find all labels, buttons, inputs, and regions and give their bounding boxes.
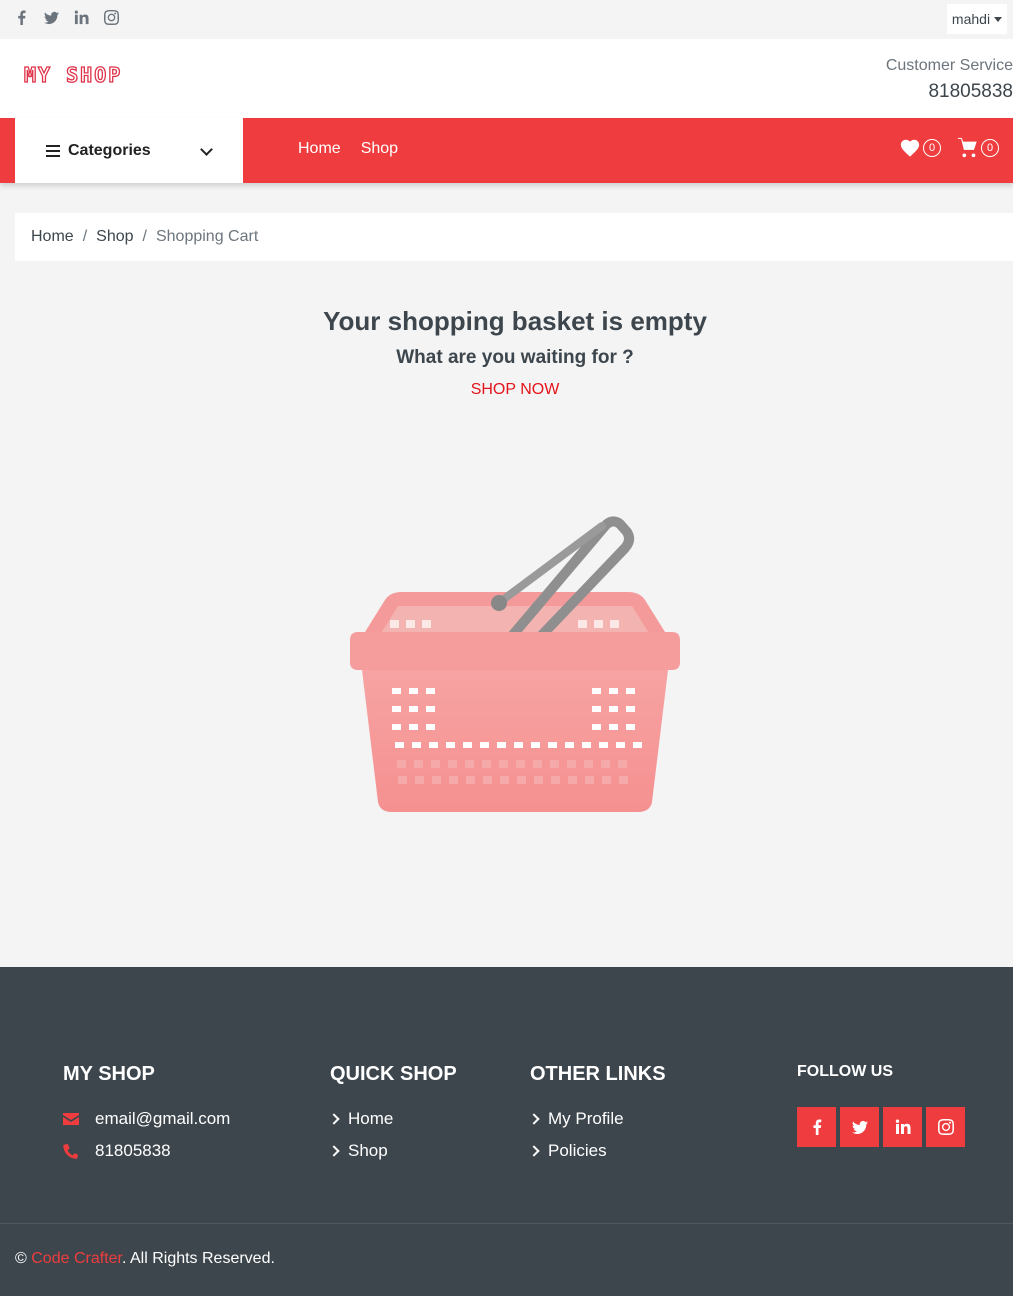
breadcrumb-shop[interactable]: Shop [96, 228, 133, 246]
instagram-icon[interactable] [926, 1107, 965, 1147]
shop-now-link[interactable]: SHOP NOW [0, 381, 1013, 399]
footer-link-label: Home [348, 1109, 394, 1128]
breadcrumb-home[interactable]: Home [31, 228, 74, 246]
footer-follow-title: FOLLOW US [797, 1063, 893, 1080]
cart-button[interactable]: 0 [957, 137, 999, 159]
breadcrumb: Home / Shop / Shopping Cart [15, 213, 1013, 261]
footer-link-my-profile[interactable]: My Profile [528, 1108, 666, 1130]
chevron-right-icon [328, 1145, 340, 1157]
footer-link-label: My Profile [548, 1109, 624, 1128]
footer-col-quickshop: QUICK SHOP Home Shop [328, 1063, 457, 1172]
twitter-icon[interactable] [44, 10, 74, 28]
top-social-links [14, 10, 134, 28]
cart-count: 0 [981, 139, 999, 157]
empty-cart-title: Your shopping basket is empty [323, 306, 707, 336]
navbar: Categories Home Shop 0 0 [0, 118, 1013, 183]
footer: MY SHOP email@gmail.com 81805838 QUICK S… [0, 967, 1013, 1296]
breadcrumb-current: Shopping Cart [155, 228, 259, 245]
footer-col-myshop: MY SHOP email@gmail.com 81805838 [63, 1063, 230, 1172]
cart-icon [957, 137, 977, 158]
empty-cart-subtitle: What are you waiting for ? [396, 347, 634, 368]
linkedin-icon[interactable] [883, 1107, 922, 1147]
categories-button[interactable]: Categories [15, 118, 243, 183]
footer-col-follow: FOLLOW US [797, 1063, 965, 1147]
copyright-brand-link[interactable]: Code Crafter [31, 1250, 122, 1267]
linkedin-icon[interactable] [74, 10, 104, 28]
facebook-icon[interactable] [14, 10, 44, 28]
envelope-icon [63, 1112, 95, 1126]
facebook-icon[interactable] [797, 1107, 836, 1147]
chevron-right-icon [528, 1113, 540, 1125]
top-bar: mahdi [0, 0, 1013, 39]
user-name: mahdi [951, 11, 991, 27]
twitter-icon[interactable] [840, 1107, 879, 1147]
footer-col-otherlinks: OTHER LINKS My Profile Policies [528, 1063, 666, 1172]
copyright-symbol: © [15, 1250, 27, 1267]
wishlist-button[interactable]: 0 [899, 137, 941, 159]
breadcrumb-separator: / [142, 228, 147, 245]
wishlist-count: 0 [923, 139, 941, 157]
footer-phone: 81805838 [63, 1140, 230, 1162]
footer-otherlinks-title: OTHER LINKS [530, 1063, 666, 1085]
categories-label: Categories [68, 141, 151, 159]
nav-links: Home Shop [298, 140, 398, 158]
phone-icon [63, 1143, 95, 1159]
footer-social-links [797, 1107, 965, 1147]
nav-link-shop[interactable]: Shop [361, 140, 398, 158]
breadcrumb-separator: / [82, 228, 88, 245]
nav-icons: 0 0 [899, 137, 999, 159]
footer-divider [0, 1223, 1013, 1224]
header: MY SHOP Customer Service 81805838 [0, 39, 1013, 118]
caret-down-icon [994, 16, 1003, 22]
footer-myshop-title: MY SHOP [63, 1063, 155, 1085]
chevron-right-icon [328, 1113, 340, 1125]
footer-link-label: Policies [548, 1141, 607, 1160]
menu-icon [46, 144, 60, 157]
user-dropdown[interactable]: mahdi [947, 4, 1007, 34]
copyright-text: . All Rights Reserved. [121, 1250, 275, 1267]
footer-email: email@gmail.com [63, 1108, 230, 1130]
customer-service-phone: 81805838 [928, 81, 1013, 102]
copyright: © Code Crafter. All Rights Reserved. [15, 1250, 275, 1268]
footer-link-policies[interactable]: Policies [528, 1140, 666, 1162]
logo[interactable]: MY SHOP [23, 62, 122, 87]
footer-link-shop[interactable]: Shop [328, 1140, 457, 1162]
footer-phone-text: 81805838 [95, 1141, 171, 1160]
footer-quickshop-title: QUICK SHOP [330, 1063, 457, 1085]
customer-service-label: Customer Service [885, 57, 1013, 74]
heart-icon [900, 139, 920, 157]
nav-link-home[interactable]: Home [298, 140, 341, 158]
empty-basket-illustration [350, 516, 680, 812]
chevron-right-icon [528, 1145, 540, 1157]
instagram-icon[interactable] [104, 10, 134, 28]
footer-link-label: Shop [348, 1141, 388, 1160]
chevron-down-icon [200, 143, 213, 156]
footer-link-home[interactable]: Home [328, 1108, 457, 1130]
footer-email-text: email@gmail.com [95, 1109, 231, 1128]
